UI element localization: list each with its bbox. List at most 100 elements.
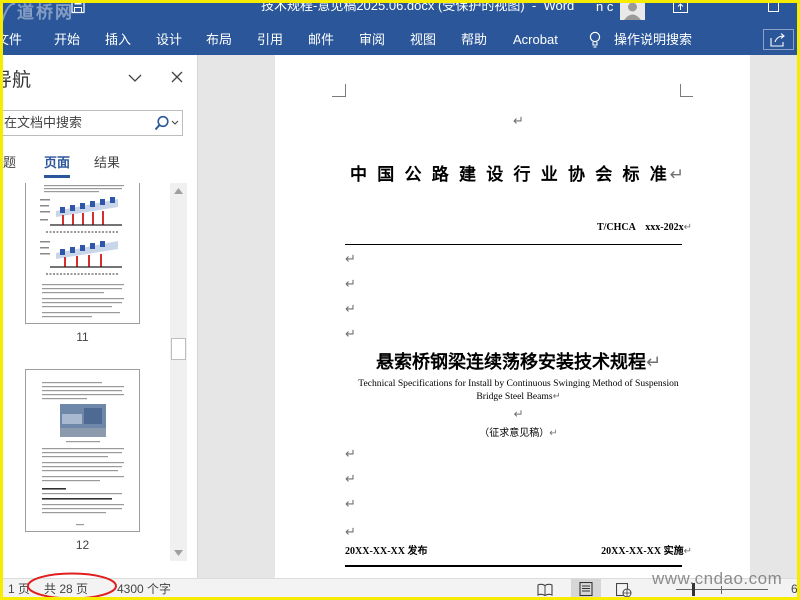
page-thumbnail-label: 11: [76, 330, 89, 344]
footer-rule: [345, 565, 682, 567]
effective-date-text: 20XX-XX-XX 实施: [601, 546, 684, 557]
tab-file[interactable]: 文件: [0, 31, 22, 49]
paragraph-mark: ↵: [549, 428, 558, 439]
active-tab-indicator: [44, 175, 70, 178]
page-thumbnail-list: 11 12: [0, 183, 197, 578]
empty-paragraph: ↵: [345, 251, 356, 267]
site-watermark: www.cndao.com: [652, 569, 783, 588]
search-input[interactable]: 在文档中搜索: [0, 110, 183, 136]
word-count[interactable]: 4300 个字: [117, 582, 171, 596]
empty-paragraph: ↵: [345, 113, 692, 129]
maximize-icon[interactable]: [768, 1, 780, 13]
paragraph-mark: ↵: [683, 222, 692, 233]
scroll-up-icon[interactable]: [174, 188, 183, 194]
annotation-ellipse: [27, 572, 117, 600]
avatar[interactable]: [620, 0, 645, 20]
page-thumbnail[interactable]: [25, 183, 140, 324]
empty-paragraph: ↵: [345, 496, 356, 512]
paragraph-mark: ↵: [513, 114, 524, 129]
page-thumbnail-image: [40, 185, 124, 318]
tab-pages[interactable]: 页面: [44, 154, 70, 171]
paragraph-mark: ↵: [345, 447, 356, 462]
page-thumbnail-image: [42, 382, 124, 526]
tab-home[interactable]: 开始: [54, 31, 80, 49]
window-title: 技术规程-意见稿2025.06.docx (受保护的视图) - Word: [261, 0, 575, 13]
empty-paragraph: ↵: [345, 407, 692, 421]
paragraph-mark: ↵: [345, 497, 356, 512]
tab-headings[interactable]: 标题: [0, 154, 16, 171]
tab-design[interactable]: 设计: [156, 31, 182, 49]
empty-paragraph: ↵: [345, 326, 356, 342]
title-bar: 道桥网 技术规程-意见稿2025.06.docx (受保护的视图) - Word…: [0, 0, 800, 27]
tab-layout[interactable]: 布局: [206, 31, 232, 49]
paragraph-mark: ↵: [669, 165, 687, 185]
draft-note: （征求意见稿）↵: [345, 427, 692, 440]
english-title-line: Technical Specifications for Install by …: [358, 378, 679, 389]
header-rule: [345, 244, 682, 245]
ribbon-display-options-icon[interactable]: [673, 1, 689, 14]
save-icon[interactable]: [71, 0, 86, 14]
standard-code: T/CHCA xxx-202x↵: [345, 222, 692, 234]
crop-mark: [680, 96, 693, 97]
scrollbar-thumb[interactable]: [171, 338, 186, 360]
zoom-level[interactable]: 6: [791, 582, 798, 596]
scroll-down-icon[interactable]: [174, 550, 183, 556]
organization-title: 中 国 公 路 建 设 行 业 协 会 标 准↵: [345, 165, 692, 185]
document-title-text: 悬索桥钢梁连续荡移安装技术规程: [375, 352, 646, 372]
tab-insert[interactable]: 插入: [105, 31, 131, 49]
crop-mark: [332, 96, 345, 97]
tab-view[interactable]: 视图: [410, 31, 436, 49]
tab-acrobat[interactable]: Acrobat: [513, 31, 558, 49]
search-icon[interactable]: [154, 115, 170, 131]
document-page[interactable]: ↵ 中 国 公 路 建 设 行 业 协 会 标 准↵ T/CHCA xxx-20…: [275, 55, 750, 578]
draft-note-text: （征求意见稿）: [479, 428, 550, 439]
site-logo-icon: [1, 2, 16, 23]
user-initials[interactable]: n c: [596, 0, 613, 15]
paragraph-mark: ↵: [345, 525, 356, 540]
paragraph-mark: ↵: [345, 302, 356, 317]
chevron-down-icon[interactable]: [128, 73, 142, 83]
tab-help[interactable]: 帮助: [461, 31, 487, 49]
paragraph-mark: ↵: [513, 407, 524, 421]
paragraph-mark: ↵: [645, 352, 662, 373]
crop-mark: [345, 84, 346, 97]
print-layout-icon: [579, 582, 593, 597]
read-mode-icon[interactable]: [537, 583, 553, 597]
zoom-slider-track[interactable]: [676, 589, 768, 590]
thumbnail-scrollbar[interactable]: [170, 183, 187, 561]
page-thumbnail[interactable]: [25, 369, 140, 532]
english-title-line: Bridge Steel Beams↵: [345, 390, 692, 403]
empty-paragraph: ↵: [345, 524, 356, 540]
standard-code-text: T/CHCA xxx-202x: [596, 222, 684, 233]
effective-date: 20XX-XX-XX 实施↵: [345, 546, 692, 558]
paragraph-mark: ↵: [345, 327, 356, 342]
search-options-chevron-icon[interactable]: [171, 120, 179, 126]
paragraph-mark: ↵: [683, 546, 692, 557]
tell-me-search[interactable]: 操作说明搜索: [614, 31, 692, 49]
empty-paragraph: ↵: [345, 471, 356, 487]
paragraph-mark: ↵: [345, 277, 356, 292]
tab-mailings[interactable]: 邮件: [308, 31, 334, 49]
close-icon[interactable]: [171, 71, 183, 83]
tab-results[interactable]: 结果: [94, 154, 120, 171]
tab-references[interactable]: 引用: [257, 31, 283, 49]
tab-review[interactable]: 审阅: [359, 31, 385, 49]
paragraph-mark: ↵: [345, 252, 356, 267]
print-layout-button[interactable]: [571, 579, 601, 600]
paragraph-mark: ↵: [552, 391, 561, 402]
share-button[interactable]: [763, 29, 794, 50]
web-layout-icon[interactable]: [616, 583, 632, 598]
organization-title-text: 中 国 公 路 建 设 行 业 协 会 标 准: [350, 165, 670, 184]
paragraph-mark: ↵: [345, 472, 356, 487]
avatar-icon: [624, 2, 641, 20]
lightbulb-icon[interactable]: [589, 31, 601, 49]
share-icon: [770, 33, 785, 47]
navigation-pane: 导航 在文档中搜索 标题 页面 结果: [0, 55, 198, 578]
empty-paragraph: ↵: [345, 446, 356, 462]
ribbon-tab-bar: 文件 开始 插入 设计 布局 引用 邮件 审阅 视图 帮助 Acrobat 操作…: [0, 27, 800, 55]
site-logo-watermark: 道桥网: [17, 3, 74, 22]
empty-paragraph: ↵: [345, 276, 356, 292]
document-title: 悬索桥钢梁连续荡移安装技术规程↵: [345, 351, 692, 374]
empty-paragraph: ↵: [345, 301, 356, 317]
english-title-text: Bridge Steel Beams: [476, 391, 553, 402]
